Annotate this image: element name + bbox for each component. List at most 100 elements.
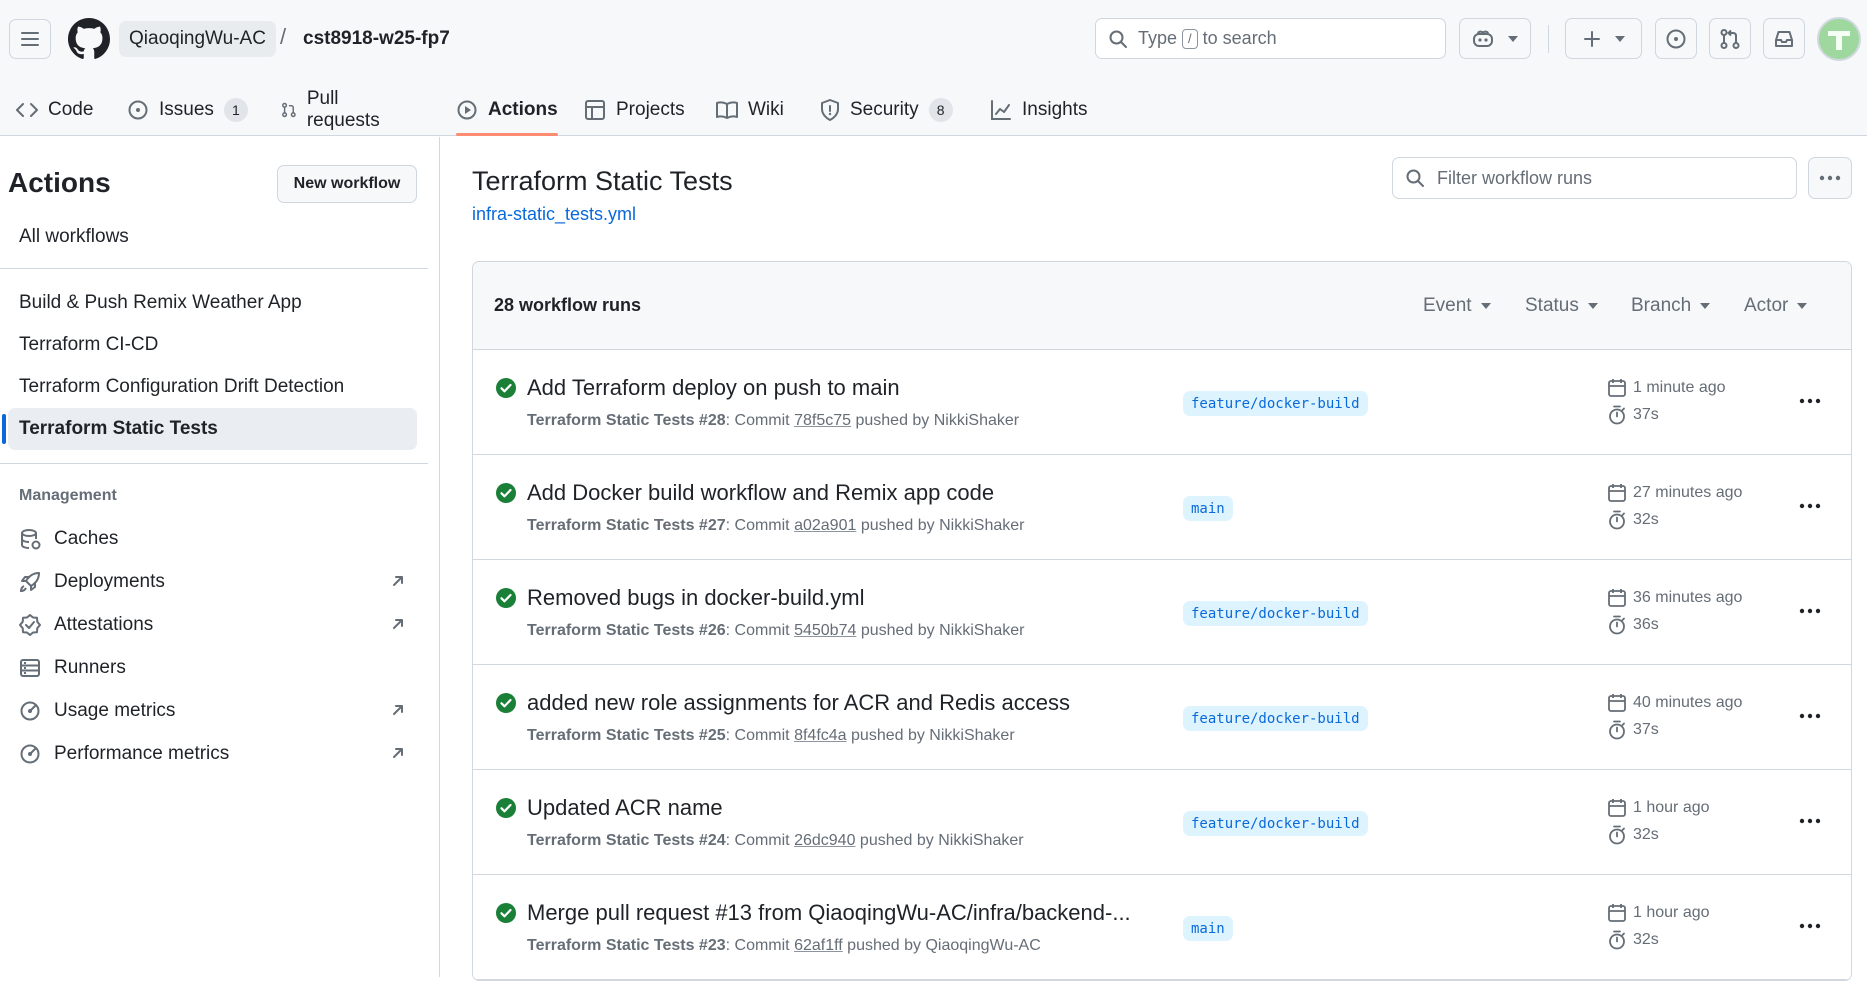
tab-label: Security xyxy=(850,99,919,120)
pull-requests-button[interactable] xyxy=(1709,18,1751,59)
global-bar: QiaoqingWu-AC / cst8918-w25-fp7 Type / t… xyxy=(0,0,1867,78)
git-pull-request-icon xyxy=(282,102,296,118)
branch-label[interactable]: feature/docker-build xyxy=(1183,706,1368,731)
run-options-button[interactable] xyxy=(1795,911,1825,941)
commit-sha-link[interactable]: 8f4fc4a xyxy=(794,727,846,744)
repo-owner-link[interactable]: QiaoqingWu-AC xyxy=(119,21,276,57)
user-avatar[interactable] xyxy=(1817,17,1861,61)
tab-code[interactable]: Code xyxy=(16,84,93,136)
workflow-run-row[interactable]: added new role assignments for ACR and R… xyxy=(473,665,1851,770)
tab-insights[interactable]: Insights xyxy=(990,84,1087,136)
sidebar-workflow-item-selected[interactable]: Terraform Static Tests xyxy=(2,408,417,450)
sidebar-item-caches[interactable]: Caches xyxy=(8,518,417,560)
check-circle-fill-icon xyxy=(496,483,516,503)
branch-label[interactable]: feature/docker-build xyxy=(1183,601,1368,626)
commit-sha-link[interactable]: 62af1ff xyxy=(794,937,843,954)
run-duration-text: 32s xyxy=(1633,931,1659,948)
create-new-button[interactable] xyxy=(1565,18,1642,59)
branch-label[interactable]: feature/docker-build xyxy=(1183,811,1368,836)
run-workflow-name: Terraform Static Tests xyxy=(527,517,695,534)
repo-name-link[interactable]: cst8918-w25-fp7 xyxy=(303,21,450,57)
tab-label: Actions xyxy=(488,99,558,120)
commit-sha-link[interactable]: a02a901 xyxy=(794,517,856,534)
tab-security[interactable]: Security 8 xyxy=(820,84,953,136)
sidebar-item-deployments[interactable]: Deployments xyxy=(8,561,417,603)
commit-sha-link[interactable]: 5450b74 xyxy=(794,622,856,639)
run-duration: 32s xyxy=(1607,825,1659,845)
workflow-options-button[interactable] xyxy=(1808,157,1852,199)
run-duration-text: 32s xyxy=(1633,826,1659,843)
commit-sha-link[interactable]: 26dc940 xyxy=(794,832,855,849)
github-logo-icon[interactable] xyxy=(68,18,110,60)
actor-filter-dropdown[interactable]: Actor xyxy=(1744,295,1808,317)
run-duration-text: 37s xyxy=(1633,721,1659,738)
workflow-run-row[interactable]: Merge pull request #13 from QiaoqingWu-A… xyxy=(473,875,1851,980)
global-search-input[interactable]: Type / to search xyxy=(1095,18,1446,59)
workflow-run-row[interactable]: Add Docker build workflow and Remix app … xyxy=(473,455,1851,560)
shield-icon xyxy=(821,99,839,121)
sidebar-workflow-item[interactable]: Terraform Configuration Drift Detection xyxy=(8,366,417,408)
tab-label: Pull requests xyxy=(306,88,380,131)
workflow-run-row[interactable]: Updated ACR name Terraform Static Tests … xyxy=(473,770,1851,875)
new-workflow-button[interactable]: New workflow xyxy=(277,165,417,203)
sidebar-divider xyxy=(0,268,428,269)
inbox-button[interactable] xyxy=(1763,18,1805,59)
tab-issues[interactable]: Issues 1 xyxy=(127,84,248,136)
check-circle-fill-icon xyxy=(496,903,516,923)
kebab-horizontal-icon xyxy=(1799,608,1821,614)
run-title-link[interactable]: Add Docker build workflow and Remix app … xyxy=(527,480,994,506)
run-duration: 32s xyxy=(1607,930,1659,950)
branch-label[interactable]: feature/docker-build xyxy=(1183,391,1368,416)
commit-label: Commit xyxy=(734,832,790,849)
calendar-icon xyxy=(1608,799,1626,817)
branch-label[interactable]: main xyxy=(1183,496,1233,521)
issues-button[interactable] xyxy=(1655,18,1697,59)
sidebar-item-runners[interactable]: Runners xyxy=(8,647,417,689)
menu-button[interactable] xyxy=(9,19,51,59)
tab-projects[interactable]: Projects xyxy=(584,84,685,136)
sidebar-item-attestations[interactable]: Attestations xyxy=(8,604,417,646)
branch-filter-dropdown[interactable]: Branch xyxy=(1631,295,1711,317)
run-meta: Terraform Static Tests #24: Commit 26dc9… xyxy=(527,832,1024,849)
run-time-text: 1 hour ago xyxy=(1633,904,1710,921)
calendar-icon xyxy=(1608,904,1626,922)
sidebar-item-performance-metrics[interactable]: Performance metrics xyxy=(8,733,417,775)
event-filter-dropdown[interactable]: Event xyxy=(1423,295,1491,317)
run-title-link[interactable]: Removed bugs in docker-build.yml xyxy=(527,585,865,611)
run-title-link[interactable]: Add Terraform deploy on push to main xyxy=(527,375,900,401)
sidebar-item-usage-metrics[interactable]: Usage metrics xyxy=(8,690,417,732)
workflow-run-row[interactable]: Add Terraform deploy on push to main Ter… xyxy=(473,350,1851,455)
commit-label: Commit xyxy=(734,517,790,534)
run-title-link[interactable]: Merge pull request #13 from QiaoqingWu-A… xyxy=(527,900,1131,926)
sidebar-item-all-workflows[interactable]: All workflows xyxy=(8,216,417,258)
sidebar-workflow-item[interactable]: Terraform CI-CD xyxy=(8,324,417,366)
commit-sha-link[interactable]: 78f5c75 xyxy=(794,412,851,429)
run-options-button[interactable] xyxy=(1795,701,1825,731)
run-options-button[interactable] xyxy=(1795,806,1825,836)
run-timestamp: 1 minute ago xyxy=(1607,378,1726,398)
play-icon xyxy=(457,100,477,120)
run-options-button[interactable] xyxy=(1795,386,1825,416)
filter-label: Status xyxy=(1525,295,1579,316)
run-options-button[interactable] xyxy=(1795,491,1825,521)
plus-icon xyxy=(1583,30,1600,47)
branch-label[interactable]: main xyxy=(1183,916,1233,941)
run-options-button[interactable] xyxy=(1795,596,1825,626)
kebab-horizontal-icon xyxy=(1799,818,1821,824)
copilot-button[interactable] xyxy=(1459,18,1531,59)
workflow-run-row[interactable]: Removed bugs in docker-build.yml Terrafo… xyxy=(473,560,1851,665)
tab-label: Projects xyxy=(616,99,685,120)
workflow-file-link[interactable]: infra-static_tests.yml xyxy=(472,204,636,225)
filter-workflow-runs-input[interactable]: Filter workflow runs xyxy=(1392,157,1797,199)
sidebar-workflow-item[interactable]: Build & Push Remix Weather App xyxy=(8,282,417,324)
status-filter-dropdown[interactable]: Status xyxy=(1525,295,1598,317)
tab-wiki[interactable]: Wiki xyxy=(716,84,784,136)
run-title-link[interactable]: Updated ACR name xyxy=(527,795,723,821)
repo-header: QiaoqingWu-AC / cst8918-w25-fp7 Type / t… xyxy=(0,0,1867,136)
tab-actions[interactable]: Actions xyxy=(456,84,558,136)
run-title-link[interactable]: added new role assignments for ACR and R… xyxy=(527,690,1070,716)
meter-icon xyxy=(20,744,40,764)
run-timestamp: 1 hour ago xyxy=(1607,903,1710,923)
tab-pull-requests[interactable]: Pull requests xyxy=(281,84,386,136)
inbox-icon xyxy=(1775,30,1793,47)
